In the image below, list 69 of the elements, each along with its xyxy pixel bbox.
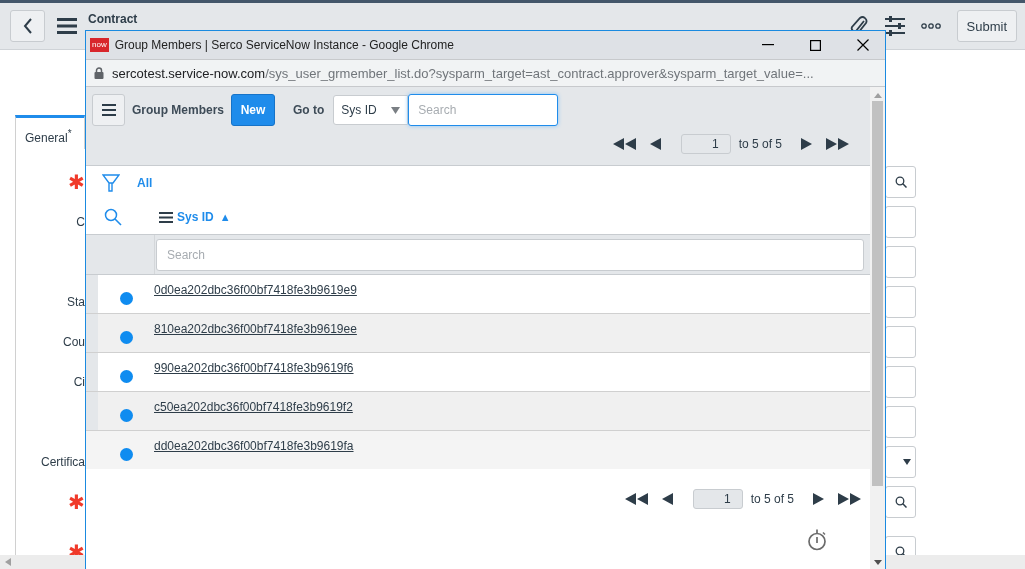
field-label: C	[76, 215, 85, 229]
more-icon[interactable]	[920, 23, 941, 29]
list-row[interactable]: dd0ea202dbc36f00bf7418fe3b9619fa	[86, 431, 870, 469]
list-row[interactable]: 0d0ea202dbc36f00bf7418fe3b9619e9	[86, 275, 870, 314]
search-icon[interactable]	[894, 496, 907, 508]
list-menu-button[interactable]	[92, 94, 125, 126]
row-gutter	[86, 392, 98, 430]
record-dot-icon[interactable]	[119, 291, 133, 305]
goto-field-select[interactable]: Sys ID	[333, 95, 409, 125]
back-button[interactable]	[10, 10, 45, 42]
lock-icon	[94, 67, 104, 79]
close-icon[interactable]	[857, 39, 869, 51]
column-menu-icon[interactable]	[159, 211, 173, 223]
back-icon[interactable]	[22, 18, 33, 34]
maximize-icon[interactable]	[810, 39, 821, 51]
search-field[interactable]: Search	[408, 94, 559, 126]
search-icon[interactable]	[894, 546, 907, 558]
column-search-field[interactable]: Search	[156, 238, 864, 271]
first-page-icon[interactable]	[612, 138, 637, 150]
filter-icon[interactable]	[102, 173, 120, 193]
field-label: Sta	[67, 295, 85, 309]
row-gutter	[86, 314, 98, 352]
goto-label: Go to	[293, 103, 325, 117]
sys-id-link[interactable]: 0d0ea202dbc36f00bf7418fe3b9619e9	[154, 283, 357, 313]
record-dot-icon[interactable]	[119, 369, 133, 383]
submit-button[interactable]: Submit	[956, 10, 1017, 42]
record-dot-icon[interactable]	[119, 447, 133, 461]
form-title: Contract	[88, 12, 138, 26]
first-page-icon[interactable]	[624, 493, 649, 505]
list-title: Group Members	[132, 103, 224, 117]
next-page-icon[interactable]	[801, 138, 812, 150]
search-icon[interactable]	[894, 176, 907, 188]
sliders-icon[interactable]	[884, 16, 905, 36]
list-row[interactable]: 990ea202dbc36f00bf7418fe3b9619f6	[86, 353, 870, 392]
field-label: Ci	[73, 375, 85, 389]
stopwatch-icon[interactable]	[808, 529, 828, 551]
record-dot-icon[interactable]	[119, 330, 133, 344]
scroll-down-icon[interactable]	[873, 560, 882, 565]
lookup-button[interactable]	[885, 486, 916, 518]
menu-icon[interactable]	[101, 104, 116, 116]
sys-id-link[interactable]: 810ea202dbc36f00bf7418fe3b9619ee	[154, 322, 357, 352]
previous-page-icon[interactable]	[661, 493, 673, 505]
field-label: Cou	[63, 335, 85, 349]
vertical-scrollbar[interactable]	[870, 87, 885, 569]
row-gutter	[86, 353, 98, 391]
required-mark: ✱	[68, 172, 85, 192]
sys-id-link[interactable]: dd0ea202dbc36f00bf7418fe3b9619fa	[154, 439, 354, 469]
window-title: Group Members | Serco ServiceNow Instance - Google Chrome	[114, 38, 455, 52]
minimize-icon[interactable]	[762, 44, 774, 46]
menu-icon[interactable]	[57, 18, 77, 34]
column-header[interactable]: Sys ID	[177, 210, 214, 224]
last-page-icon[interactable]	[838, 493, 862, 505]
list-row[interactable]: 810ea202dbc36f00bf7418fe3b9619ee	[86, 314, 870, 353]
list-row[interactable]: c50ea202dbc36f00bf7418fe3b9619f2	[86, 392, 870, 431]
sys-id-link[interactable]: c50ea202dbc36f00bf7418fe3b9619f2	[154, 400, 353, 430]
page-number-field[interactable]: 1	[680, 134, 731, 154]
lookup-button[interactable]	[885, 166, 916, 198]
page-range: to 5 of 5	[750, 492, 794, 506]
page-range: to 5 of 5	[738, 137, 782, 151]
previous-page-icon[interactable]	[649, 138, 661, 150]
field-label: Certifica	[41, 455, 85, 469]
last-page-icon[interactable]	[826, 138, 850, 150]
next-page-icon[interactable]	[813, 493, 824, 505]
required-mark: ✱	[68, 492, 85, 512]
app-logo: now	[90, 38, 109, 52]
page-number-field[interactable]: 1	[692, 489, 743, 509]
sys-id-link[interactable]: 990ea202dbc36f00bf7418fe3b9619f6	[154, 361, 354, 391]
record-dot-icon[interactable]	[119, 408, 133, 422]
dropdown-caret-icon[interactable]	[903, 459, 911, 465]
